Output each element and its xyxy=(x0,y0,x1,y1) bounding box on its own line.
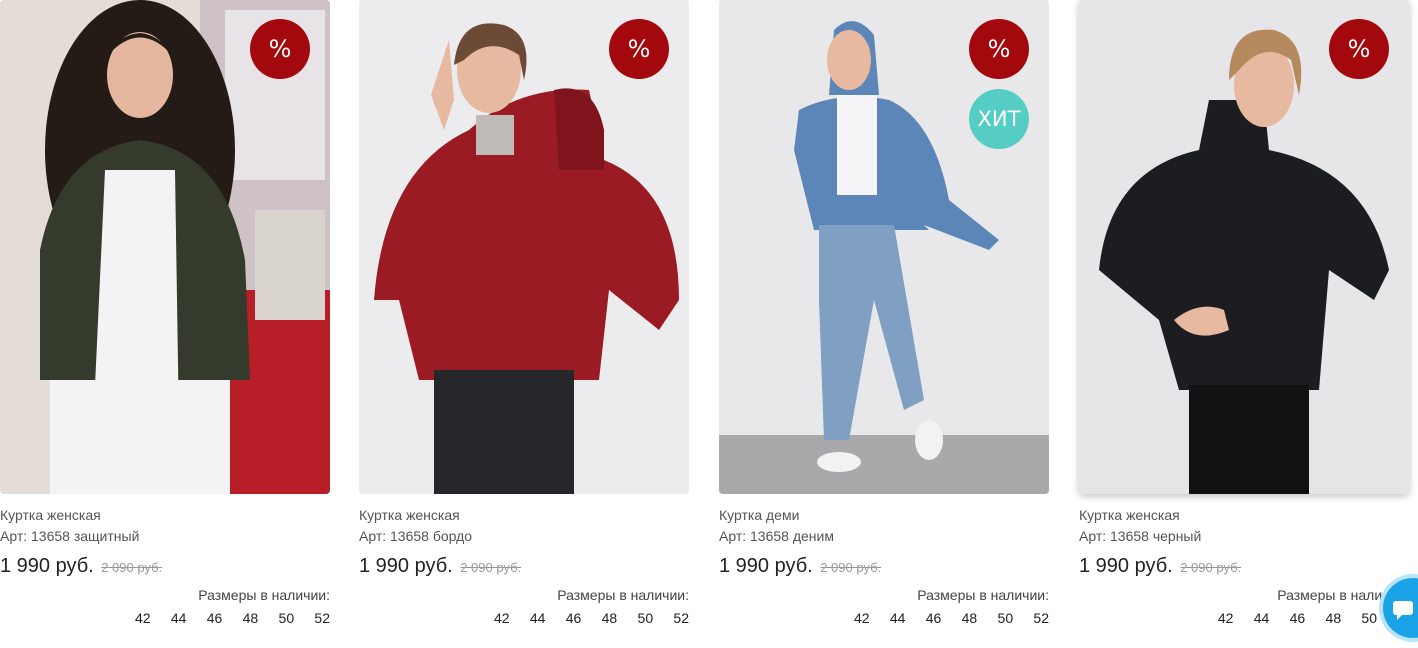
size-option[interactable]: 46 xyxy=(549,608,582,628)
sizes-title: Размеры в наличии: xyxy=(1277,587,1409,603)
product-name[interactable]: Куртка женская xyxy=(0,506,330,525)
size-option[interactable]: 44 xyxy=(154,608,187,628)
sale-badge: % xyxy=(609,19,669,79)
size-option[interactable]: 48 xyxy=(945,608,978,628)
product-price: 1 990 руб. xyxy=(1079,555,1173,577)
sizes-title: Размеры в наличии: xyxy=(198,587,330,603)
size-option[interactable]: 42 xyxy=(854,608,870,628)
product-photo[interactable]: % ХИТ xyxy=(719,0,1049,494)
product-article: Арт: 13658 бордо xyxy=(359,528,473,544)
size-option[interactable]: 42 xyxy=(135,608,151,628)
size-option[interactable]: 50 xyxy=(981,608,1014,628)
product-old-price: 2 090 руб. xyxy=(101,560,163,575)
product-card[interactable]: % Куртка женская Арт: 13658 бордо 1 990 … xyxy=(359,0,689,628)
size-option[interactable]: 44 xyxy=(513,608,546,628)
product-card[interactable]: % ХИТ Куртка деми Арт: 13658 деним 1 990… xyxy=(719,0,1049,628)
product-price: 1 990 руб. xyxy=(719,555,813,577)
size-option[interactable]: 52 xyxy=(1017,608,1049,628)
size-option[interactable]: 46 xyxy=(1273,608,1306,628)
product-card[interactable]: % Куртка женская Арт: 13658 защитный 1 9… xyxy=(0,0,330,628)
product-name[interactable]: Куртка деми xyxy=(719,506,1049,525)
product-article: Арт: 13658 черный xyxy=(1079,528,1202,544)
product-photo[interactable]: % xyxy=(1079,0,1409,494)
sizes-list: 42 44 46 48 50 52 xyxy=(359,608,689,628)
product-article: Арт: 13658 защитный xyxy=(0,528,140,544)
size-option[interactable]: 50 xyxy=(1345,608,1377,628)
size-option[interactable]: 46 xyxy=(909,608,942,628)
size-option[interactable]: 52 xyxy=(657,608,689,628)
sizes-title: Размеры в наличии: xyxy=(557,587,689,603)
size-option[interactable]: 50 xyxy=(262,608,295,628)
hit-badge: ХИТ xyxy=(969,89,1029,149)
product-name[interactable]: Куртка женская xyxy=(1079,506,1409,525)
sizes-list: 42 44 46 48 50 52 xyxy=(0,608,330,628)
size-option[interactable]: 44 xyxy=(873,608,906,628)
sizes-list: 42 44 46 48 50 52 xyxy=(719,608,1049,628)
size-option[interactable]: 42 xyxy=(1218,608,1234,628)
size-option[interactable]: 48 xyxy=(585,608,618,628)
product-photo[interactable]: % xyxy=(359,0,689,494)
sizes-list: 42 44 46 48 50 xyxy=(1079,608,1409,628)
product-old-price: 2 090 руб. xyxy=(460,560,522,575)
size-option[interactable]: 42 xyxy=(494,608,510,628)
size-option[interactable]: 48 xyxy=(226,608,259,628)
size-option[interactable]: 46 xyxy=(190,608,223,628)
product-name[interactable]: Куртка женская xyxy=(359,506,689,525)
size-option[interactable]: 48 xyxy=(1309,608,1342,628)
product-photo[interactable]: % xyxy=(0,0,330,494)
product-old-price: 2 090 руб. xyxy=(820,560,882,575)
sale-badge: % xyxy=(1329,19,1389,79)
product-price: 1 990 руб. xyxy=(359,555,453,577)
product-price: 1 990 руб. xyxy=(0,555,94,577)
product-old-price: 2 090 руб. xyxy=(1180,560,1242,575)
sizes-title: Размеры в наличии: xyxy=(917,587,1049,603)
chat-bubble-icon xyxy=(1393,601,1413,620)
product-card[interactable]: % Куртка женская Арт: 13658 черный 1 990… xyxy=(1079,0,1409,628)
sale-badge: % xyxy=(969,19,1029,79)
size-option[interactable]: 52 xyxy=(298,608,330,628)
size-option[interactable]: 50 xyxy=(621,608,654,628)
size-option[interactable]: 44 xyxy=(1237,608,1270,628)
product-article: Арт: 13658 деним xyxy=(719,528,834,544)
sale-badge: % xyxy=(250,19,310,79)
